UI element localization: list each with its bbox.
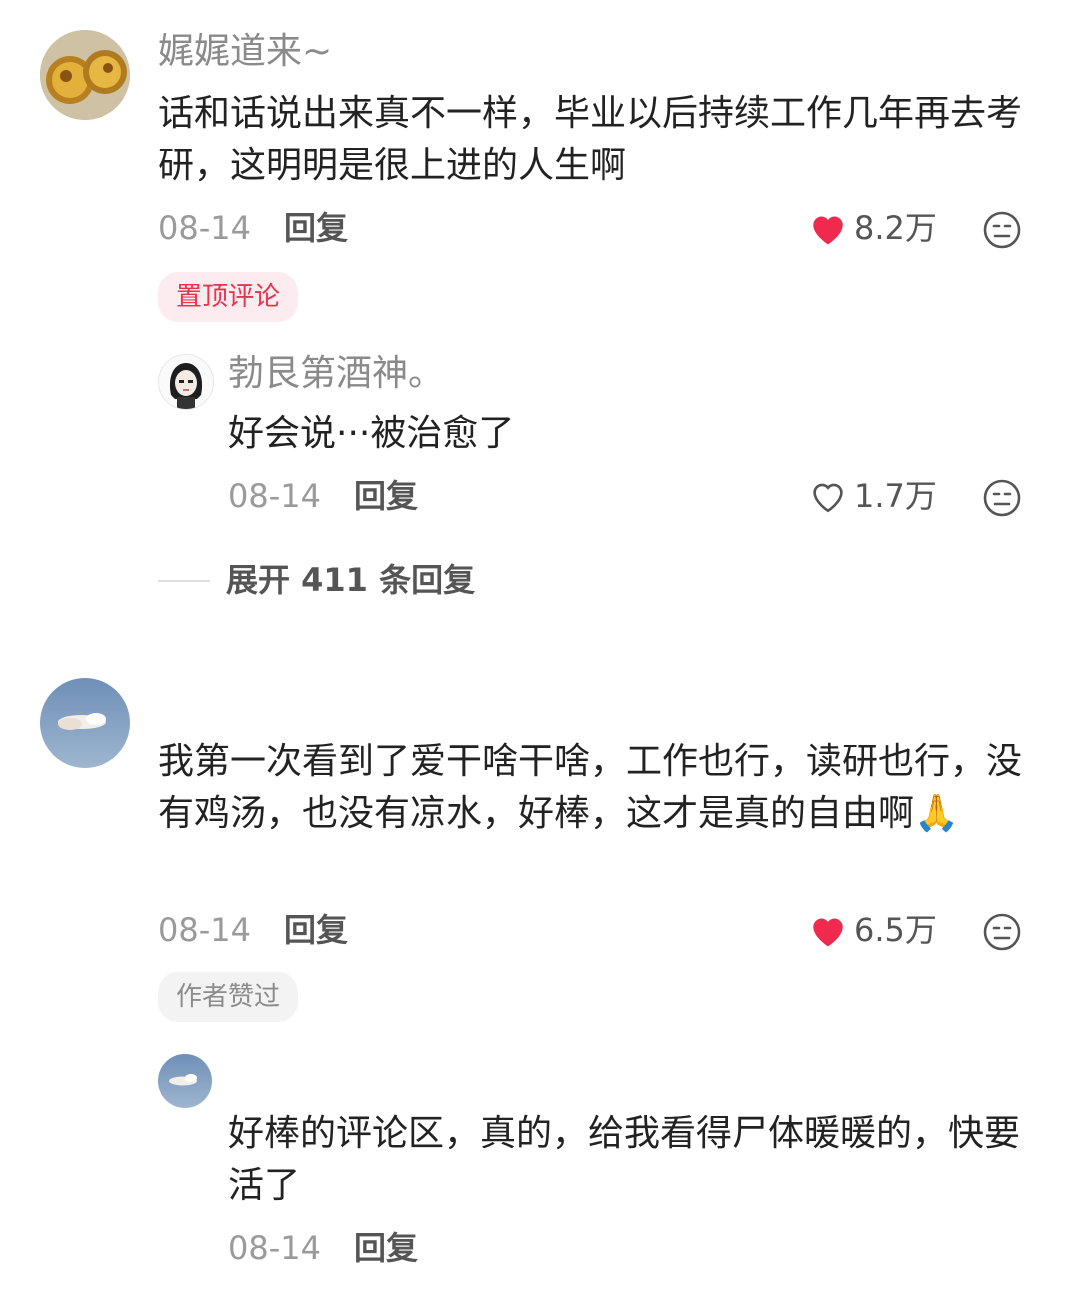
reply-button[interactable]: 回复 [284, 208, 348, 248]
comment-text: 话和话说出来真不一样，毕业以后持续工作几年再去考研，这明明是很上进的人生啊 [158, 93, 1023, 186]
like-count: 1.7万 [854, 477, 937, 515]
heart-filled-icon[interactable] [808, 210, 848, 246]
reply-button[interactable]: 回复 [354, 476, 418, 516]
heart-filled-icon[interactable] [808, 912, 848, 948]
avatar[interactable] [158, 1054, 212, 1108]
reply-text: 好棒的评论区，真的，给我看得尸体暖暖的，快要活了 [228, 1113, 1021, 1206]
reply-button[interactable]: 回复 [284, 910, 348, 950]
avatar[interactable] [158, 354, 214, 410]
comment-date: 08-14 [158, 209, 251, 247]
avatar[interactable] [40, 30, 130, 120]
author-liked-badge: 作者赞过 [158, 972, 299, 1022]
reply-button[interactable]: 回复 [354, 1228, 418, 1268]
like-count: 6.5万 [854, 911, 937, 949]
comment-date: 08-14 [158, 911, 251, 949]
heart-outline-icon[interactable] [808, 478, 848, 514]
reply-text: 好会说···被治愈了 [228, 413, 515, 454]
egg-tart-avatar-image [40, 30, 130, 120]
dislike-face-icon[interactable] [982, 210, 1022, 250]
comment-text: 我第一次看到了爱干啥干啥，工作也行，读研也行，没有鸡汤，也没有凉水，好棒，这才是… [158, 741, 1023, 834]
username[interactable]: 勃艮第酒神。 [228, 352, 444, 396]
sky-cloud-avatar-image [40, 678, 130, 768]
dislike-face-icon[interactable] [982, 478, 1022, 518]
reply-date: 08-14 [228, 477, 321, 515]
pinned-comment-badge: 置顶评论 [158, 272, 299, 322]
expand-replies-button[interactable]: 展开 411 条回复 [226, 560, 475, 600]
sky-cloud-avatar-image [158, 1054, 212, 1108]
avatar[interactable] [40, 678, 130, 768]
expand-divider [158, 580, 210, 582]
username[interactable]: 娓娓道来~ [158, 30, 332, 74]
reply-date: 08-14 [228, 1229, 321, 1267]
like-count: 8.2万 [854, 209, 937, 247]
dislike-face-icon[interactable] [982, 912, 1022, 952]
anime-avatar-image [159, 355, 213, 409]
